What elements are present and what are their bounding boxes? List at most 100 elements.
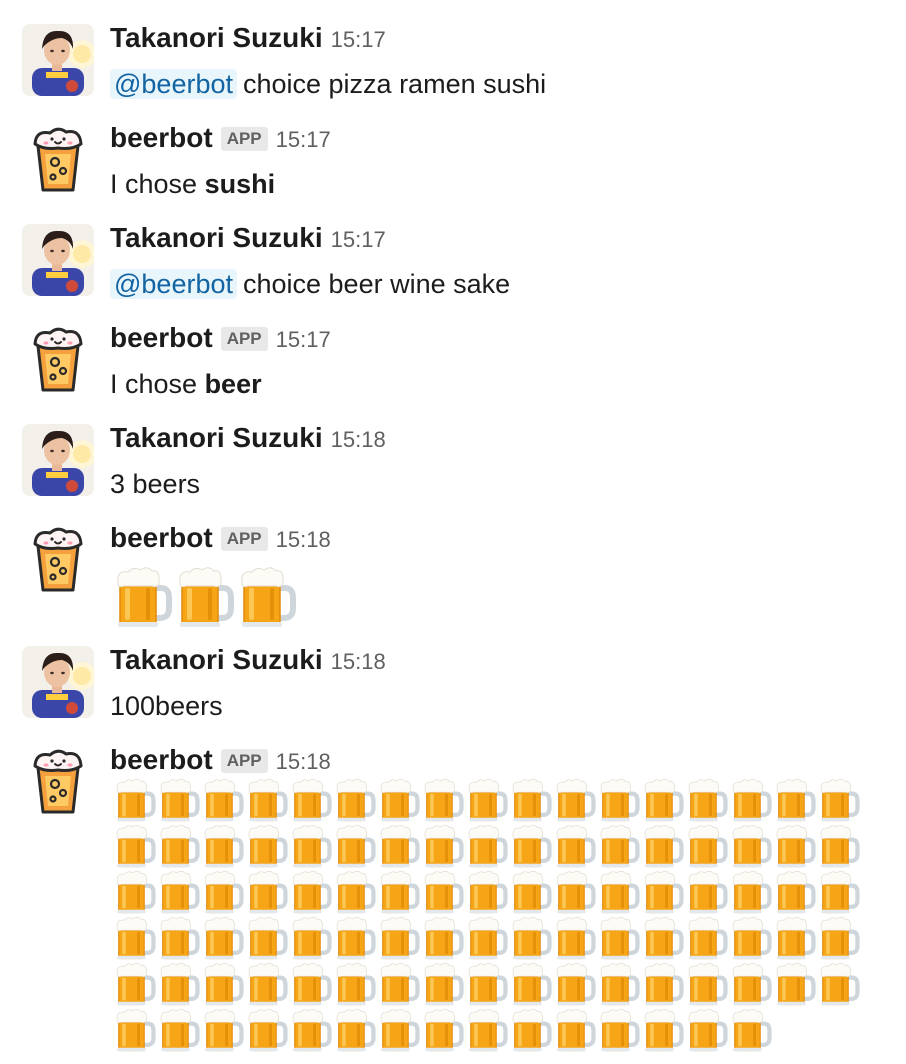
beer-mug-icon bbox=[598, 1008, 640, 1052]
user-avatar[interactable] bbox=[22, 24, 94, 96]
message-header: beerbot APP 15:17 bbox=[110, 122, 331, 160]
message-header: beerbot APP 15:18 bbox=[110, 744, 331, 782]
beer-mug-icon bbox=[730, 824, 772, 868]
emoji-row bbox=[114, 566, 300, 628]
beer-mug-icon bbox=[202, 870, 244, 914]
beer-mug-icon bbox=[730, 778, 772, 822]
timestamp[interactable]: 15:18 bbox=[331, 427, 386, 453]
beer-mug-icon bbox=[642, 962, 684, 1006]
message: beerbot APP 15:17 I chose sushi bbox=[0, 100, 906, 200]
beer-mug-icon bbox=[114, 962, 156, 1006]
sender-name[interactable]: Takanori Suzuki bbox=[110, 644, 323, 676]
beer-mug-icon bbox=[158, 778, 200, 822]
message: Takanori Suzuki 15:18 3 beers bbox=[0, 400, 906, 500]
app-badge: APP bbox=[220, 127, 268, 151]
beer-mug-icon bbox=[598, 824, 640, 868]
beer-mug-icon bbox=[176, 566, 234, 628]
chosen-item: sushi bbox=[204, 169, 276, 199]
beer-mug-icon bbox=[642, 824, 684, 868]
app-badge: APP bbox=[220, 749, 268, 773]
beer-mug-icon bbox=[334, 1008, 376, 1052]
user-mention[interactable]: @beerbot bbox=[110, 69, 237, 99]
timestamp[interactable]: 15:17 bbox=[276, 127, 331, 153]
message: beerbot APP 15:17 I chose beer bbox=[0, 300, 906, 400]
sender-name[interactable]: Takanori Suzuki bbox=[110, 22, 323, 54]
timestamp[interactable]: 15:18 bbox=[276, 527, 331, 553]
beer-mug-icon bbox=[730, 962, 772, 1006]
sender-name[interactable]: Takanori Suzuki bbox=[110, 422, 323, 454]
timestamp[interactable]: 15:17 bbox=[276, 327, 331, 353]
bot-avatar[interactable] bbox=[22, 524, 94, 596]
sender-name[interactable]: beerbot bbox=[110, 322, 213, 354]
beer-mug-icon bbox=[510, 824, 552, 868]
bot-avatar[interactable] bbox=[22, 124, 94, 196]
user-avatar[interactable] bbox=[22, 646, 94, 718]
timestamp[interactable]: 15:17 bbox=[331, 27, 386, 53]
beer-mug-icon bbox=[378, 1008, 420, 1052]
beer-mug-icon bbox=[642, 870, 684, 914]
beer-mug-icon bbox=[554, 824, 596, 868]
message-text: 3 beers bbox=[110, 466, 200, 502]
beer-mug-icon bbox=[158, 1008, 200, 1052]
timestamp[interactable]: 15:17 bbox=[331, 227, 386, 253]
message-text: 100beers bbox=[110, 688, 223, 724]
beer-mug-icon bbox=[378, 962, 420, 1006]
bot-avatar[interactable] bbox=[22, 746, 94, 818]
beer-mug-icon bbox=[422, 916, 464, 960]
sender-name[interactable]: beerbot bbox=[110, 122, 213, 154]
bot-avatar[interactable] bbox=[22, 324, 94, 396]
beer-mug-icon bbox=[158, 870, 200, 914]
beer-mug-icon bbox=[202, 962, 244, 1006]
message-body: choice beer wine sake bbox=[242, 269, 511, 299]
beer-mug-icon bbox=[642, 778, 684, 822]
beer-mug-icon bbox=[290, 824, 332, 868]
beer-mug-icon bbox=[158, 962, 200, 1006]
beer-mug-icon bbox=[686, 824, 728, 868]
beer-mug-icon bbox=[114, 778, 156, 822]
beer-mug-icon bbox=[378, 824, 420, 868]
sender-name[interactable]: beerbot bbox=[110, 744, 213, 776]
user-avatar[interactable] bbox=[22, 224, 94, 296]
message: Takanori Suzuki 15:17 @beerbot choice bee… bbox=[0, 200, 906, 300]
app-badge: APP bbox=[220, 527, 268, 551]
beer-mug-icon bbox=[598, 778, 640, 822]
beer-mug-icon bbox=[730, 870, 772, 914]
beer-mug-icon bbox=[818, 778, 860, 822]
beer-mug-icon bbox=[422, 1008, 464, 1052]
message-text: @beerbot choice pizza ramen sushi bbox=[110, 66, 546, 102]
sender-name[interactable]: beerbot bbox=[110, 522, 213, 554]
message-body: 3 beers bbox=[110, 469, 201, 499]
message-header: Takanori Suzuki 15:17 bbox=[110, 222, 386, 260]
beer-mug-icon bbox=[290, 916, 332, 960]
beer-mug-icon bbox=[642, 1008, 684, 1052]
user-avatar[interactable] bbox=[22, 424, 94, 496]
beer-mug-icon bbox=[554, 778, 596, 822]
beer-mug-icon bbox=[510, 778, 552, 822]
beer-mug-icon bbox=[378, 916, 420, 960]
sender-name[interactable]: Takanori Suzuki bbox=[110, 222, 323, 254]
beer-mug-icon bbox=[466, 1008, 508, 1052]
beer-mug-icon bbox=[774, 962, 816, 1006]
message-header: Takanori Suzuki 15:17 bbox=[110, 22, 386, 60]
beer-mug-icon bbox=[158, 916, 200, 960]
message-body: choice pizza ramen sushi bbox=[242, 69, 547, 99]
timestamp[interactable]: 15:18 bbox=[276, 749, 331, 775]
beer-mug-icon bbox=[422, 824, 464, 868]
message-body: I chose bbox=[110, 369, 205, 399]
beer-mug-icon bbox=[466, 962, 508, 1006]
beer-mug-icon bbox=[334, 778, 376, 822]
message: beerbot APP 15:18 bbox=[0, 500, 906, 627]
beer-mug-icon bbox=[466, 916, 508, 960]
beer-mug-icon bbox=[334, 870, 376, 914]
beer-mug-icon bbox=[422, 870, 464, 914]
beer-mug-icon bbox=[510, 962, 552, 1006]
app-badge: APP bbox=[220, 327, 268, 351]
beer-mug-icon bbox=[114, 1008, 156, 1052]
timestamp[interactable]: 15:18 bbox=[331, 649, 386, 675]
message-header: beerbot APP 15:17 bbox=[110, 322, 331, 360]
beer-mug-icon bbox=[202, 916, 244, 960]
beer-mug-icon bbox=[598, 962, 640, 1006]
beer-mug-icon bbox=[774, 870, 816, 914]
beer-mug-icon bbox=[114, 870, 156, 914]
user-mention[interactable]: @beerbot bbox=[110, 269, 237, 299]
